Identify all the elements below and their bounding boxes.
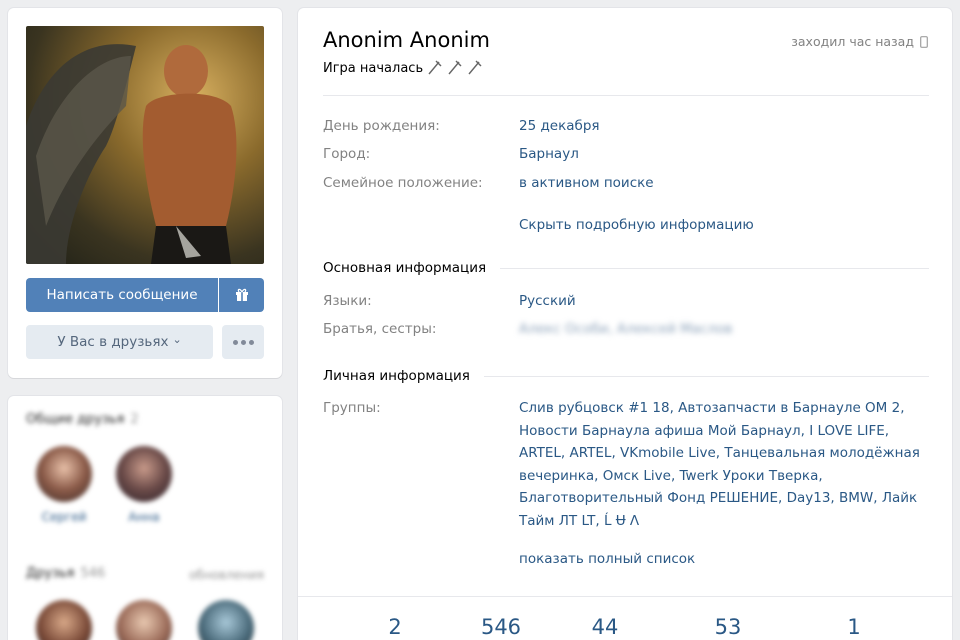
- friends-updates-link[interactable]: обновления: [189, 568, 264, 582]
- last-seen-text: заходил час назад: [791, 34, 914, 49]
- mutual-friend-item[interactable]: Сергей: [34, 446, 94, 524]
- friends-title[interactable]: Друзья 546: [26, 566, 105, 581]
- more-icon: [232, 339, 254, 345]
- info-label: Братья, сестры:: [323, 321, 437, 337]
- more-actions-button[interactable]: [222, 325, 264, 359]
- header-divider: [323, 95, 929, 96]
- mutual-friends-title[interactable]: Общие друзья 2: [26, 412, 139, 427]
- phone-icon: [920, 35, 928, 48]
- profile-name: Anonim Anonim: [323, 28, 490, 52]
- send-message-button[interactable]: Написать сообщение: [26, 278, 218, 312]
- friend-status-button[interactable]: У Вас в друзьях ⌄: [26, 325, 213, 359]
- hide-details-link[interactable]: Скрыть подробную информацию: [519, 217, 754, 233]
- gift-icon: [235, 288, 248, 301]
- last-seen: заходил час назад: [791, 34, 928, 49]
- profile-avatar[interactable]: [26, 26, 264, 264]
- counter-item[interactable]: 1: [824, 615, 884, 639]
- profile-counters: 2 546 44 53 1: [298, 596, 952, 640]
- info-value[interactable]: Алекс Особи, Алексей Маслов: [519, 321, 732, 337]
- friends-count: 546: [80, 566, 106, 581]
- send-gift-button[interactable]: [219, 278, 264, 312]
- status-text: Игра началась: [323, 60, 424, 76]
- mutual-friends-label: Общие друзья: [26, 412, 125, 427]
- info-label: Семейное положение:: [323, 175, 483, 191]
- info-value[interactable]: 25 декабря: [519, 118, 600, 134]
- info-label: Языки:: [323, 293, 372, 309]
- info-label: Город:: [323, 146, 371, 162]
- pin-icon: [428, 60, 482, 75]
- avatar: [36, 446, 92, 502]
- chevron-down-icon: ⌄: [172, 332, 182, 346]
- avatar: [36, 600, 92, 640]
- friend-item[interactable]: [114, 600, 174, 640]
- avatar: [116, 446, 172, 502]
- counter-item[interactable]: 546: [471, 615, 531, 639]
- profile-status[interactable]: Игра началась: [323, 58, 487, 78]
- show-full-list-link[interactable]: показать полный список: [519, 551, 695, 567]
- info-value[interactable]: в активном поиске: [519, 175, 654, 191]
- counter-item[interactable]: 44: [575, 615, 635, 639]
- avatar: [116, 600, 172, 640]
- friend-name: Сергей: [41, 510, 87, 524]
- info-value[interactable]: Русский: [519, 293, 576, 309]
- info-label: Группы:: [323, 400, 381, 416]
- mutual-friends-count: 2: [130, 412, 139, 427]
- friend-status-label: У Вас в друзьях: [57, 334, 169, 350]
- avatar: [198, 600, 254, 640]
- mutual-friend-item[interactable]: Анна: [114, 446, 174, 524]
- counter-item[interactable]: 53: [698, 615, 758, 639]
- counter-item[interactable]: 2: [365, 615, 425, 639]
- main-info-section: Основная информация: [323, 259, 929, 277]
- profile-info-card: Anonim Anonim Игра началась заходил час …: [298, 8, 952, 640]
- friend-item[interactable]: [34, 600, 94, 640]
- section-divider: [500, 267, 929, 269]
- info-value[interactable]: Барнаул: [519, 146, 579, 162]
- personal-info-section: Личная информация: [323, 367, 929, 385]
- section-divider: [483, 375, 929, 377]
- friend-name: Анна: [128, 510, 160, 524]
- section-title: Основная информация: [323, 260, 487, 276]
- groups-list[interactable]: Слив рубцовск #1 18, Автозапчасти в Барн…: [519, 397, 939, 532]
- info-label: День рождения:: [323, 118, 440, 134]
- section-title: Личная информация: [323, 368, 470, 384]
- avatar-image: [26, 44, 237, 264]
- friend-item[interactable]: [196, 600, 256, 640]
- friends-card: Общие друзья 2 Сергей Анна Друзья 546 обно…: [8, 396, 282, 640]
- send-message-label: Написать сообщение: [46, 287, 198, 303]
- friends-label: Друзья: [26, 566, 75, 581]
- profile-photo-card: Написать сообщение У Вас в друзьях ⌄: [8, 8, 282, 378]
